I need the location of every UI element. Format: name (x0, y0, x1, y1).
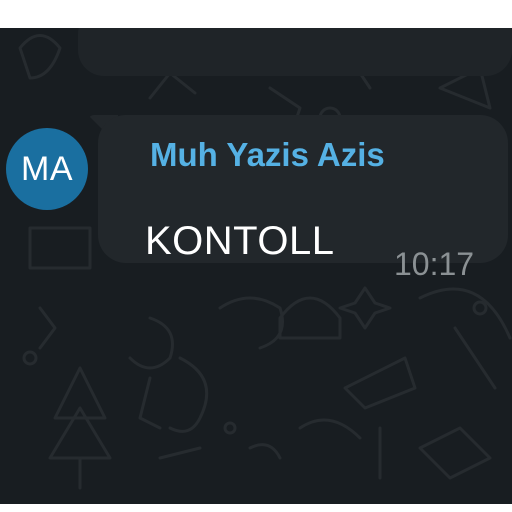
avatar-initials: MA (21, 149, 73, 188)
sender-name[interactable]: Muh Yazis Azis (150, 136, 385, 174)
chat-area: MA Muh Yazis Azis KONTOLL 10:17 (0, 28, 512, 504)
message-text: KONTOLL (145, 219, 335, 263)
message-time: 10:17 (394, 246, 475, 282)
sender-avatar[interactable]: MA (6, 128, 88, 210)
previous-message-bubble (78, 28, 512, 76)
